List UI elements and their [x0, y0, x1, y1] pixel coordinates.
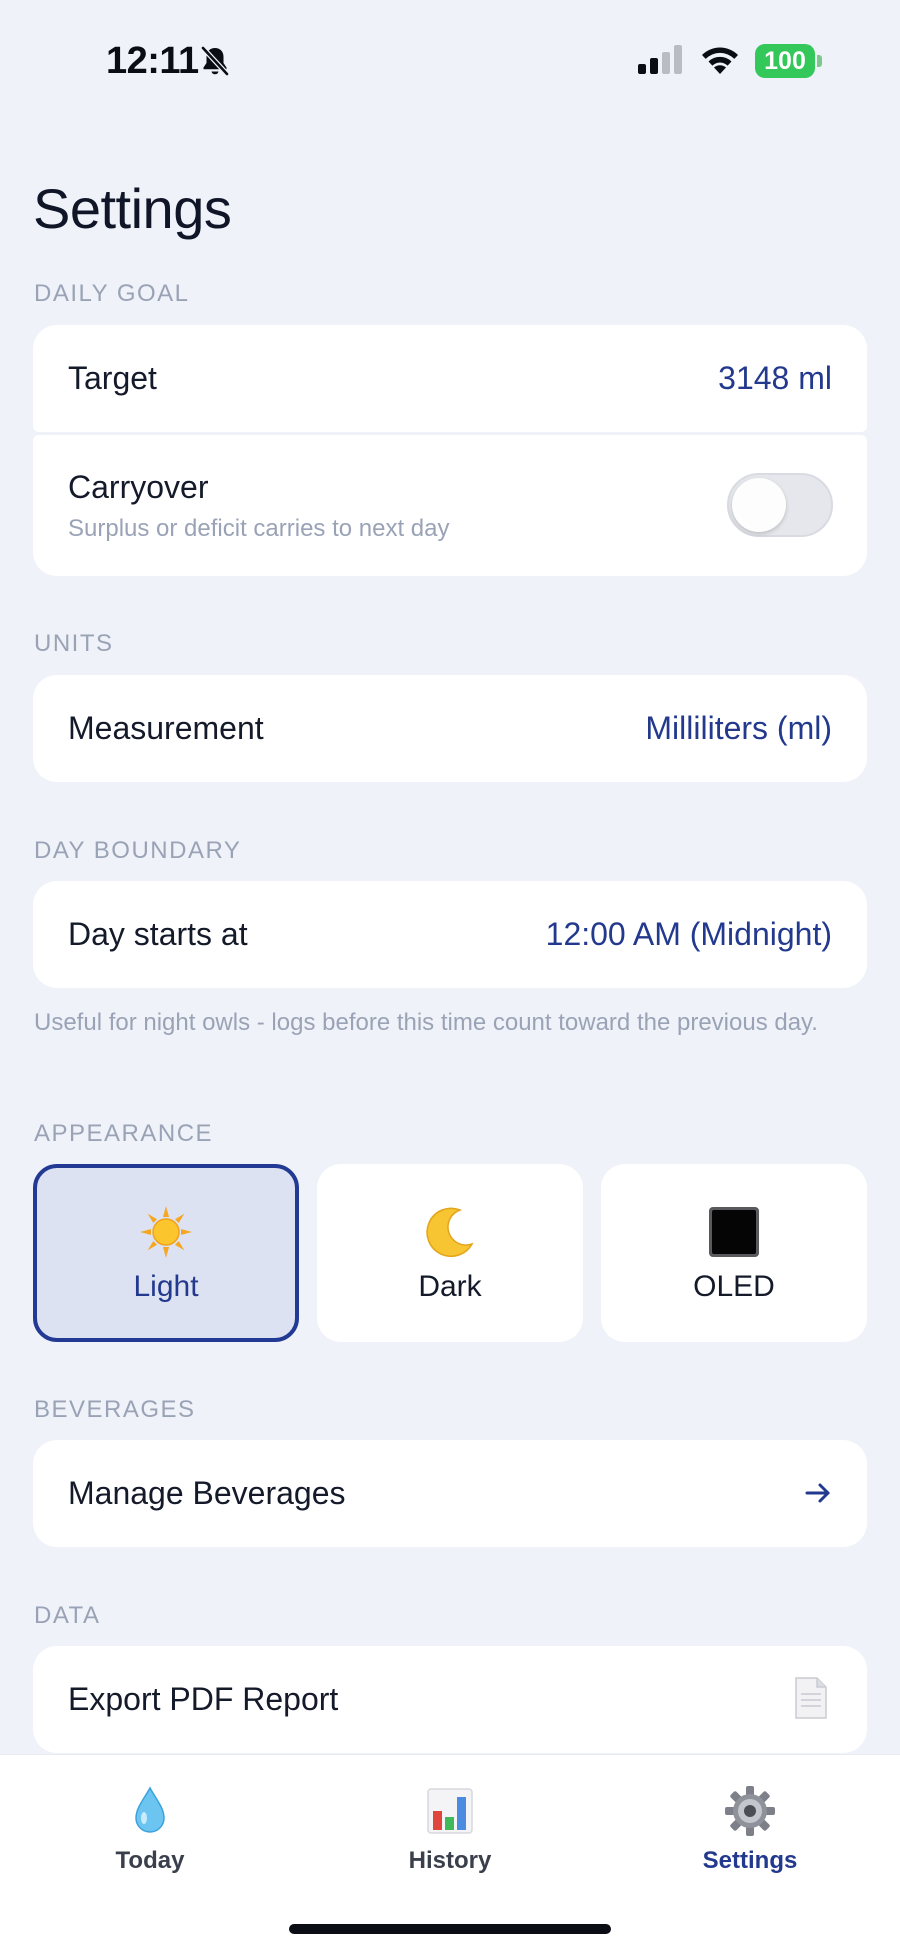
- tab-today[interactable]: Today: [50, 1785, 250, 1885]
- day-start-row[interactable]: Day starts at 12:00 AM (Midnight): [33, 881, 867, 988]
- theme-option-dark[interactable]: Dark: [317, 1164, 583, 1342]
- black-square-icon: [709, 1207, 759, 1257]
- day-start-value: 12:00 AM (Midnight): [545, 916, 832, 952]
- section-header-daily-goal: DAILY GOAL: [34, 280, 190, 307]
- measurement-label: Measurement: [68, 710, 264, 746]
- carryover-label: Carryover: [68, 469, 209, 505]
- export-pdf-row[interactable]: Export PDF Report: [33, 1646, 867, 1753]
- theme-option-label: Dark: [418, 1270, 482, 1303]
- section-header-day-boundary: DAY BOUNDARY: [34, 837, 242, 864]
- battery-indicator: 100: [755, 44, 822, 78]
- theme-option-label: OLED: [693, 1270, 775, 1303]
- water-drop-icon: [135, 1786, 165, 1833]
- theme-option-light[interactable]: Light: [33, 1164, 299, 1342]
- tab-history[interactable]: History: [350, 1785, 550, 1885]
- status-time: 12:11: [106, 40, 199, 82]
- moon-icon: [426, 1207, 474, 1258]
- theme-option-oled[interactable]: OLED: [601, 1164, 867, 1342]
- bar-chart-icon: [427, 1788, 473, 1834]
- tab-label: Settings: [702, 1847, 798, 1874]
- manage-beverages-label: Manage Beverages: [68, 1475, 346, 1511]
- toggle-knob: [732, 478, 786, 532]
- tab-label: Today: [115, 1847, 185, 1874]
- target-label: Target: [68, 360, 157, 396]
- carryover-description: Surplus or deficit carries to next day: [68, 515, 450, 542]
- target-row[interactable]: Target 3148 ml: [33, 325, 867, 432]
- section-header-appearance: APPEARANCE: [34, 1120, 214, 1147]
- section-header-data: DATA: [34, 1602, 101, 1629]
- bell-slash-icon: [201, 46, 229, 76]
- cellular-signal-icon: [638, 45, 682, 74]
- gear-icon: [725, 1786, 775, 1836]
- measurement-row[interactable]: Measurement Milliliters (ml): [33, 675, 867, 782]
- section-header-units: UNITS: [34, 630, 114, 657]
- carryover-row: Carryover Surplus or deficit carries to …: [33, 435, 867, 576]
- battery-level: 100: [764, 47, 806, 75]
- sun-icon: [140, 1206, 192, 1258]
- status-bar: 12:11 100: [0, 0, 900, 120]
- section-header-beverages: BEVERAGES: [34, 1396, 196, 1423]
- document-icon: [795, 1677, 827, 1719]
- arrow-right-icon: [805, 1483, 830, 1503]
- day-boundary-footnote: Useful for night owls - logs before this…: [34, 1009, 818, 1036]
- carryover-toggle[interactable]: [727, 473, 833, 537]
- settings-screen: 12:11 100 Settings DAILY GOAL Target 314…: [0, 0, 900, 1948]
- manage-beverages-row[interactable]: Manage Beverages: [33, 1440, 867, 1547]
- theme-option-label: Light: [133, 1270, 199, 1303]
- target-value: 3148 ml: [718, 360, 832, 396]
- measurement-value: Milliliters (ml): [645, 710, 832, 746]
- tab-settings[interactable]: Settings: [650, 1785, 850, 1885]
- home-indicator[interactable]: [289, 1924, 611, 1934]
- page-title: Settings: [33, 177, 232, 240]
- wifi-icon: [702, 47, 738, 74]
- day-start-label: Day starts at: [68, 916, 248, 952]
- tab-label: History: [408, 1847, 492, 1874]
- export-pdf-label: Export PDF Report: [68, 1681, 339, 1717]
- tab-bar: Today History Settings: [0, 1754, 900, 1948]
